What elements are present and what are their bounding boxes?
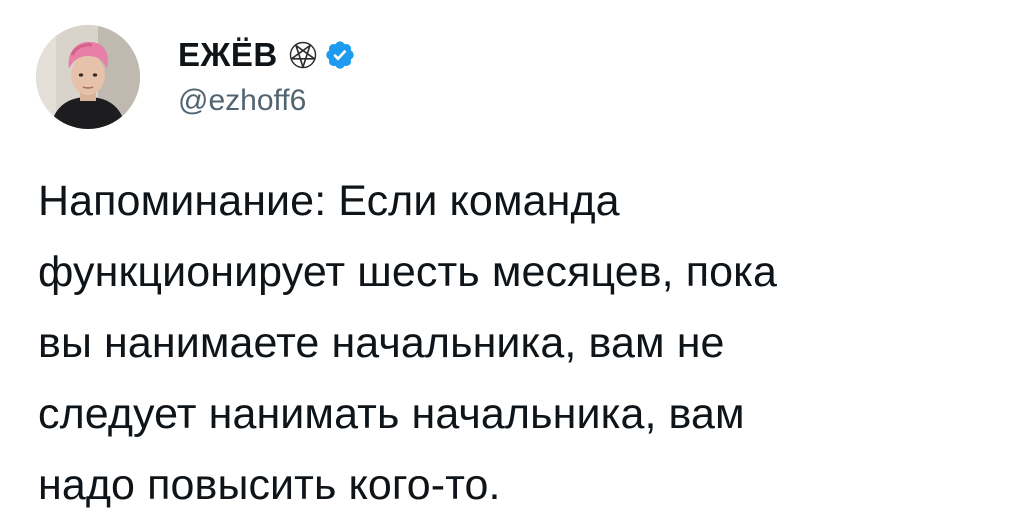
avatar-photo [36, 25, 140, 129]
author-identity: ЕЖЁВ @ezhoff6 [178, 35, 356, 119]
name-row: ЕЖЁВ [178, 35, 356, 75]
avatar[interactable] [36, 25, 140, 129]
user-handle[interactable]: @ezhoff6 [178, 83, 356, 119]
tweet-text: Напоминание: Если команда функционирует … [38, 177, 778, 509]
tweet-header: ЕЖЁВ @ezhoff6 [36, 22, 356, 132]
verified-badge-icon [324, 39, 356, 71]
tweet-card: ЕЖЁВ @ezhoff6 Напоминание: Если команда … [0, 0, 1024, 532]
pentagram-icon [288, 40, 318, 70]
display-name[interactable]: ЕЖЁВ [178, 35, 278, 75]
